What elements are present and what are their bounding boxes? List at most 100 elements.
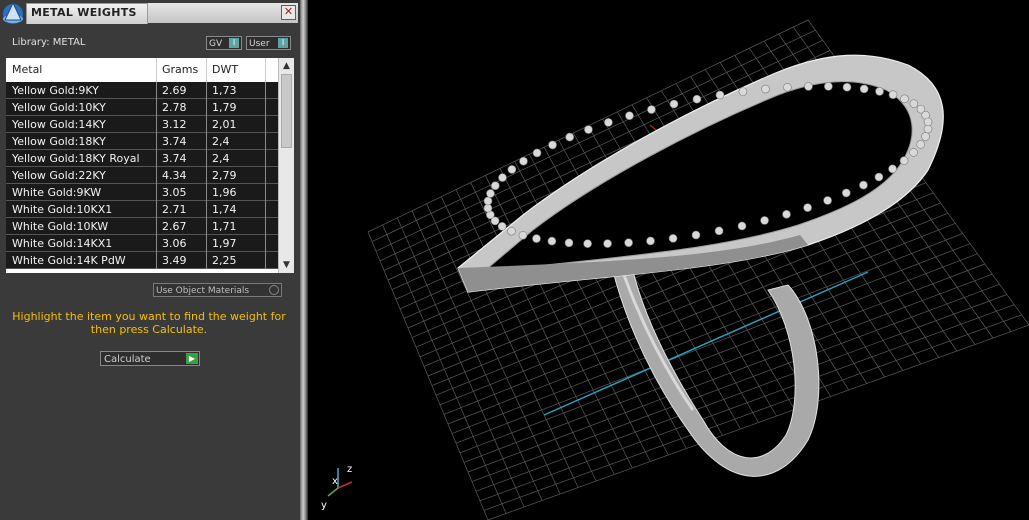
- panel-splitter[interactable]: [300, 0, 308, 520]
- bead: [859, 180, 868, 190]
- bead: [921, 132, 930, 141]
- library-label: Library: METAL: [12, 37, 86, 48]
- instruction-text: Highlight the item you want to find the …: [12, 310, 286, 336]
- grams-cell: 3.49: [162, 254, 187, 267]
- grams-cell: 3.06: [162, 237, 187, 250]
- metal-name-cell: Yellow Gold:18KY: [12, 135, 106, 148]
- gv-indicator-icon: I: [229, 38, 239, 48]
- scroll-down-icon[interactable]: ▼: [279, 258, 294, 272]
- calculate-label: Calculate: [104, 354, 151, 365]
- bead: [803, 203, 812, 212]
- cell-divider: [156, 116, 157, 133]
- metal-name-cell: Yellow Gold:14KY: [12, 118, 106, 131]
- bead: [899, 156, 909, 165]
- bead: [483, 196, 493, 206]
- bead: [532, 234, 541, 243]
- bead: [647, 105, 656, 114]
- dwt-cell: 2,79: [212, 169, 237, 182]
- close-button[interactable]: ✕: [281, 5, 296, 20]
- dwt-cell: 2,4: [212, 152, 230, 165]
- table-row[interactable]: White Gold:14K PdW 3.49 2,25: [6, 252, 278, 269]
- scroll-thumb[interactable]: [281, 74, 292, 148]
- user-indicator-icon: I: [278, 38, 288, 48]
- table-row[interactable]: Yellow Gold:14KY 3.12 2,01: [6, 116, 278, 133]
- metal-name-cell: Yellow Gold:9KY: [12, 84, 99, 97]
- table-row[interactable]: White Gold:14KX1 3.06 1,97: [6, 235, 278, 252]
- metal-weights-panel: METAL WEIGHTS ✕ Library: METAL GV I User…: [0, 0, 300, 520]
- dwt-cell: 2,4: [212, 135, 230, 148]
- bead: [760, 216, 769, 225]
- grams-cell: 4.34: [162, 169, 187, 182]
- metal-name-cell: White Gold:9KW: [12, 186, 102, 199]
- gizmo-x-label: x: [332, 476, 338, 487]
- grams-cell: 2.71: [162, 203, 187, 216]
- bead: [604, 118, 613, 127]
- dwt-cell: 1,96: [212, 186, 237, 199]
- use-object-materials-label: Use Object Materials: [156, 286, 250, 296]
- bead: [491, 181, 500, 190]
- calculate-button[interactable]: Calculate ▶: [100, 351, 200, 366]
- gv-toggle[interactable]: GV I: [206, 36, 242, 50]
- table-row[interactable]: Yellow Gold:18KY 3.74 2,4: [6, 133, 278, 150]
- cell-divider: [206, 184, 207, 201]
- cell-divider: [265, 218, 266, 235]
- cell-divider: [206, 99, 207, 116]
- cell-divider: [156, 99, 157, 116]
- bead: [916, 140, 925, 149]
- bead: [738, 87, 748, 96]
- cell-divider: [265, 99, 266, 116]
- table-body: Yellow Gold:9KY 2.69 1,73 Yellow Gold:10KY 2…: [6, 82, 278, 269]
- table-row[interactable]: Yellow Gold:9KY 2.69 1,73: [6, 82, 278, 99]
- viewport-canvas[interactable]: z x y: [308, 0, 1029, 520]
- axis-gizmo: z x y: [321, 464, 353, 511]
- table-row[interactable]: Yellow Gold:18KY Royal 3.74 2,4: [6, 150, 278, 167]
- cell-divider: [156, 184, 157, 201]
- table-row[interactable]: Yellow Gold:10KY 2.78 1,79: [6, 99, 278, 116]
- header-divider: [206, 58, 207, 82]
- metal-name-cell: White Gold:14KX1: [12, 237, 113, 250]
- bead: [841, 188, 851, 198]
- user-toggle[interactable]: User I: [246, 36, 291, 50]
- header-grams[interactable]: Grams: [162, 63, 198, 76]
- cell-divider: [265, 235, 266, 252]
- metal-table: Metal Grams DWT Yellow Gold:9KY 2.69 1,73 Y…: [6, 58, 294, 273]
- bead: [548, 140, 557, 150]
- header-divider: [156, 58, 157, 82]
- cell-divider: [206, 116, 207, 133]
- bead: [874, 172, 884, 182]
- table-row[interactable]: White Gold:10KX1 2.71 1,74: [6, 201, 278, 218]
- dwt-cell: 1,73: [212, 84, 237, 97]
- bead: [783, 83, 792, 92]
- use-object-materials-toggle[interactable]: Use Object Materials: [153, 283, 282, 297]
- panel-title: METAL WEIGHTS: [31, 6, 137, 19]
- cell-divider: [206, 235, 207, 252]
- scroll-up-icon[interactable]: ▲: [279, 59, 294, 73]
- cell-divider: [206, 133, 207, 150]
- grams-cell: 3.74: [162, 135, 187, 148]
- table-row[interactable]: White Gold:10KW 2.67 1,71: [6, 218, 278, 235]
- bead: [823, 196, 832, 205]
- cell-divider: [265, 252, 266, 269]
- cell-divider: [156, 218, 157, 235]
- grams-cell: 2.67: [162, 220, 187, 233]
- 3d-viewport[interactable]: z x y: [308, 0, 1029, 520]
- grams-cell: 3.74: [162, 152, 187, 165]
- cell-divider: [265, 82, 266, 99]
- cell-divider: [156, 150, 157, 167]
- grams-cell: 2.78: [162, 101, 187, 114]
- bead: [646, 236, 655, 246]
- metal-name-cell: White Gold:14K PdW: [12, 254, 126, 267]
- bead: [859, 84, 869, 94]
- bead: [564, 238, 574, 248]
- header-dwt[interactable]: DWT: [212, 63, 238, 76]
- table-row[interactable]: White Gold:9KW 3.05 1,96: [6, 184, 278, 201]
- bead: [875, 87, 884, 96]
- bead: [507, 165, 517, 174]
- table-row[interactable]: Yellow Gold:22KY 4.34 2,79: [6, 167, 278, 184]
- dwt-cell: 2,25: [212, 254, 237, 267]
- bead: [624, 238, 633, 247]
- bead: [714, 226, 724, 236]
- table-scrollbar[interactable]: ▲ ▼: [278, 58, 294, 273]
- bead: [565, 132, 575, 142]
- header-metal[interactable]: Metal: [12, 63, 42, 76]
